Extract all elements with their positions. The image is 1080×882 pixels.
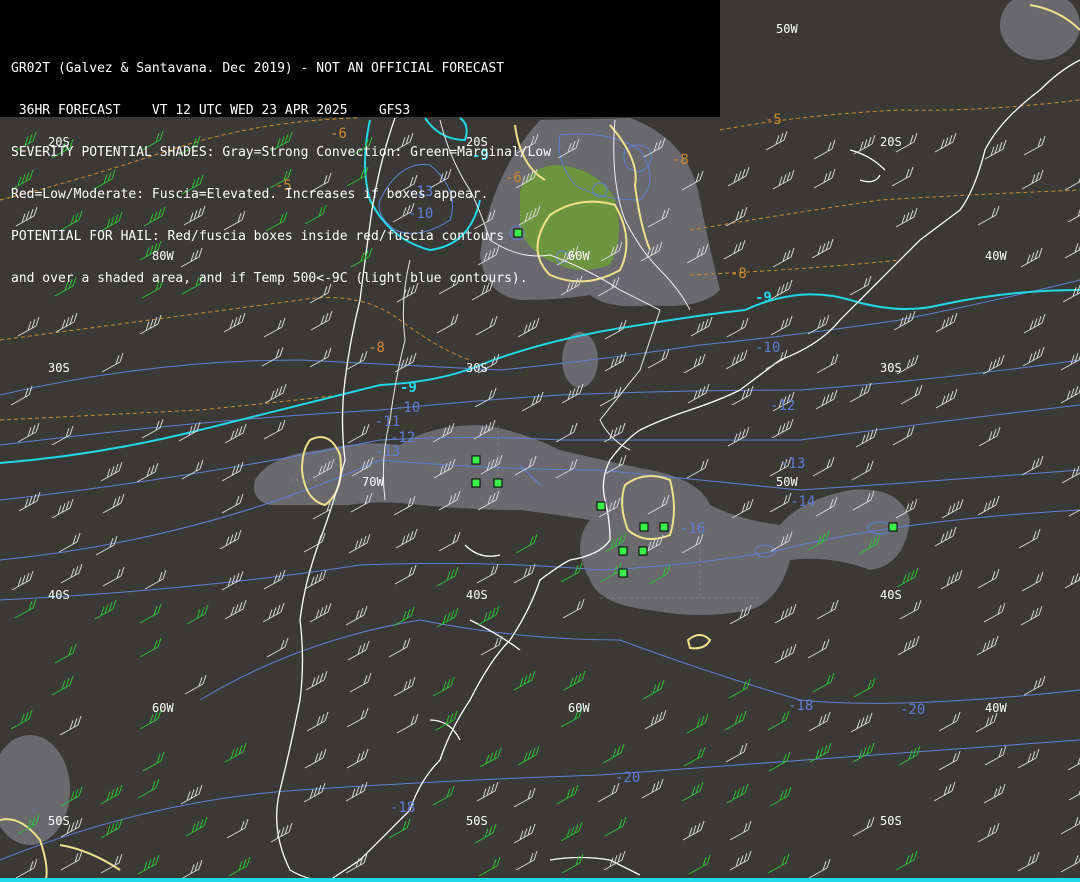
lon-label-50w: 50W: [776, 22, 798, 36]
green-square-icon: [596, 501, 606, 511]
lon-label-50w: 50W: [776, 475, 798, 489]
green-square-icon: [471, 455, 481, 465]
header-line: GR02T (Galvez & Santavana. Dec 2019) - N…: [11, 61, 505, 76]
green-square-icon: [618, 568, 628, 578]
orange-contour-label: -8: [730, 266, 747, 282]
header-line: Red=Low/Moderate: Fuscia=Elevated. Incre…: [11, 187, 489, 202]
green-square-icon: [493, 478, 503, 488]
lat-label-30s: 30S: [880, 361, 902, 375]
blue-contour-label: -16: [680, 521, 705, 537]
blue-contour-label: -18: [390, 800, 415, 816]
orange-contour-label: -8: [368, 340, 385, 356]
header-line: SEVERITY POTENTIAL SHADES: Gray=Strong C…: [11, 145, 552, 160]
blue-contour-label: -13: [780, 456, 805, 472]
lat-label-30s: 30S: [48, 361, 70, 375]
lon-label-40w: 40W: [985, 701, 1007, 715]
orange-contour-label: -5: [765, 112, 782, 128]
blue-contour-label: -13: [375, 444, 400, 460]
blue-contour-label: -10: [755, 340, 780, 356]
lat-label-50s: 50S: [466, 814, 488, 828]
cyan-contour-label: -9: [755, 290, 772, 306]
lat-label-30s: 30S: [466, 361, 488, 375]
blue-contour-label: -20: [615, 770, 640, 786]
forecast-header: GR02T (Galvez & Santavana. Dec 2019) - N…: [0, 0, 720, 286]
lat-label-40s: 40S: [466, 588, 488, 602]
header-line: and over a shaded area, and if Temp 500<…: [11, 271, 528, 286]
green-square-icon: [471, 478, 481, 488]
green-square-icon: [659, 522, 669, 532]
lat-label-50s: 50S: [880, 814, 902, 828]
lat-label-20s: 20S: [880, 135, 902, 149]
lon-label-70w: 70W: [362, 475, 384, 489]
bottom-border: [0, 878, 1080, 882]
green-square-icon: [618, 546, 628, 556]
lat-label-50s: 50S: [48, 814, 70, 828]
green-square-icon: [638, 546, 648, 556]
green-square-icon: [888, 522, 898, 532]
lat-label-40s: 40S: [880, 588, 902, 602]
lon-label-60w: 60W: [568, 701, 590, 715]
blue-contour-label: -18: [788, 698, 813, 714]
lon-label-60w: 60W: [152, 701, 174, 715]
green-square-icon: [639, 522, 649, 532]
header-line: 36HR FORECAST VT 12 UTC WED 23 APR 2025 …: [11, 103, 411, 118]
blue-contour-label: -11: [375, 414, 400, 430]
lon-label-40w: 40W: [985, 249, 1007, 263]
blue-contour-label: -20: [900, 702, 925, 718]
blue-contour-label: -12: [770, 398, 795, 414]
header-line: POTENTIAL FOR HAIL: Red/fuscia boxes ins…: [11, 229, 505, 244]
lat-label-40s: 40S: [48, 588, 70, 602]
blue-contour-label: -14: [790, 494, 815, 510]
cyan-contour-label: -9: [400, 380, 417, 396]
